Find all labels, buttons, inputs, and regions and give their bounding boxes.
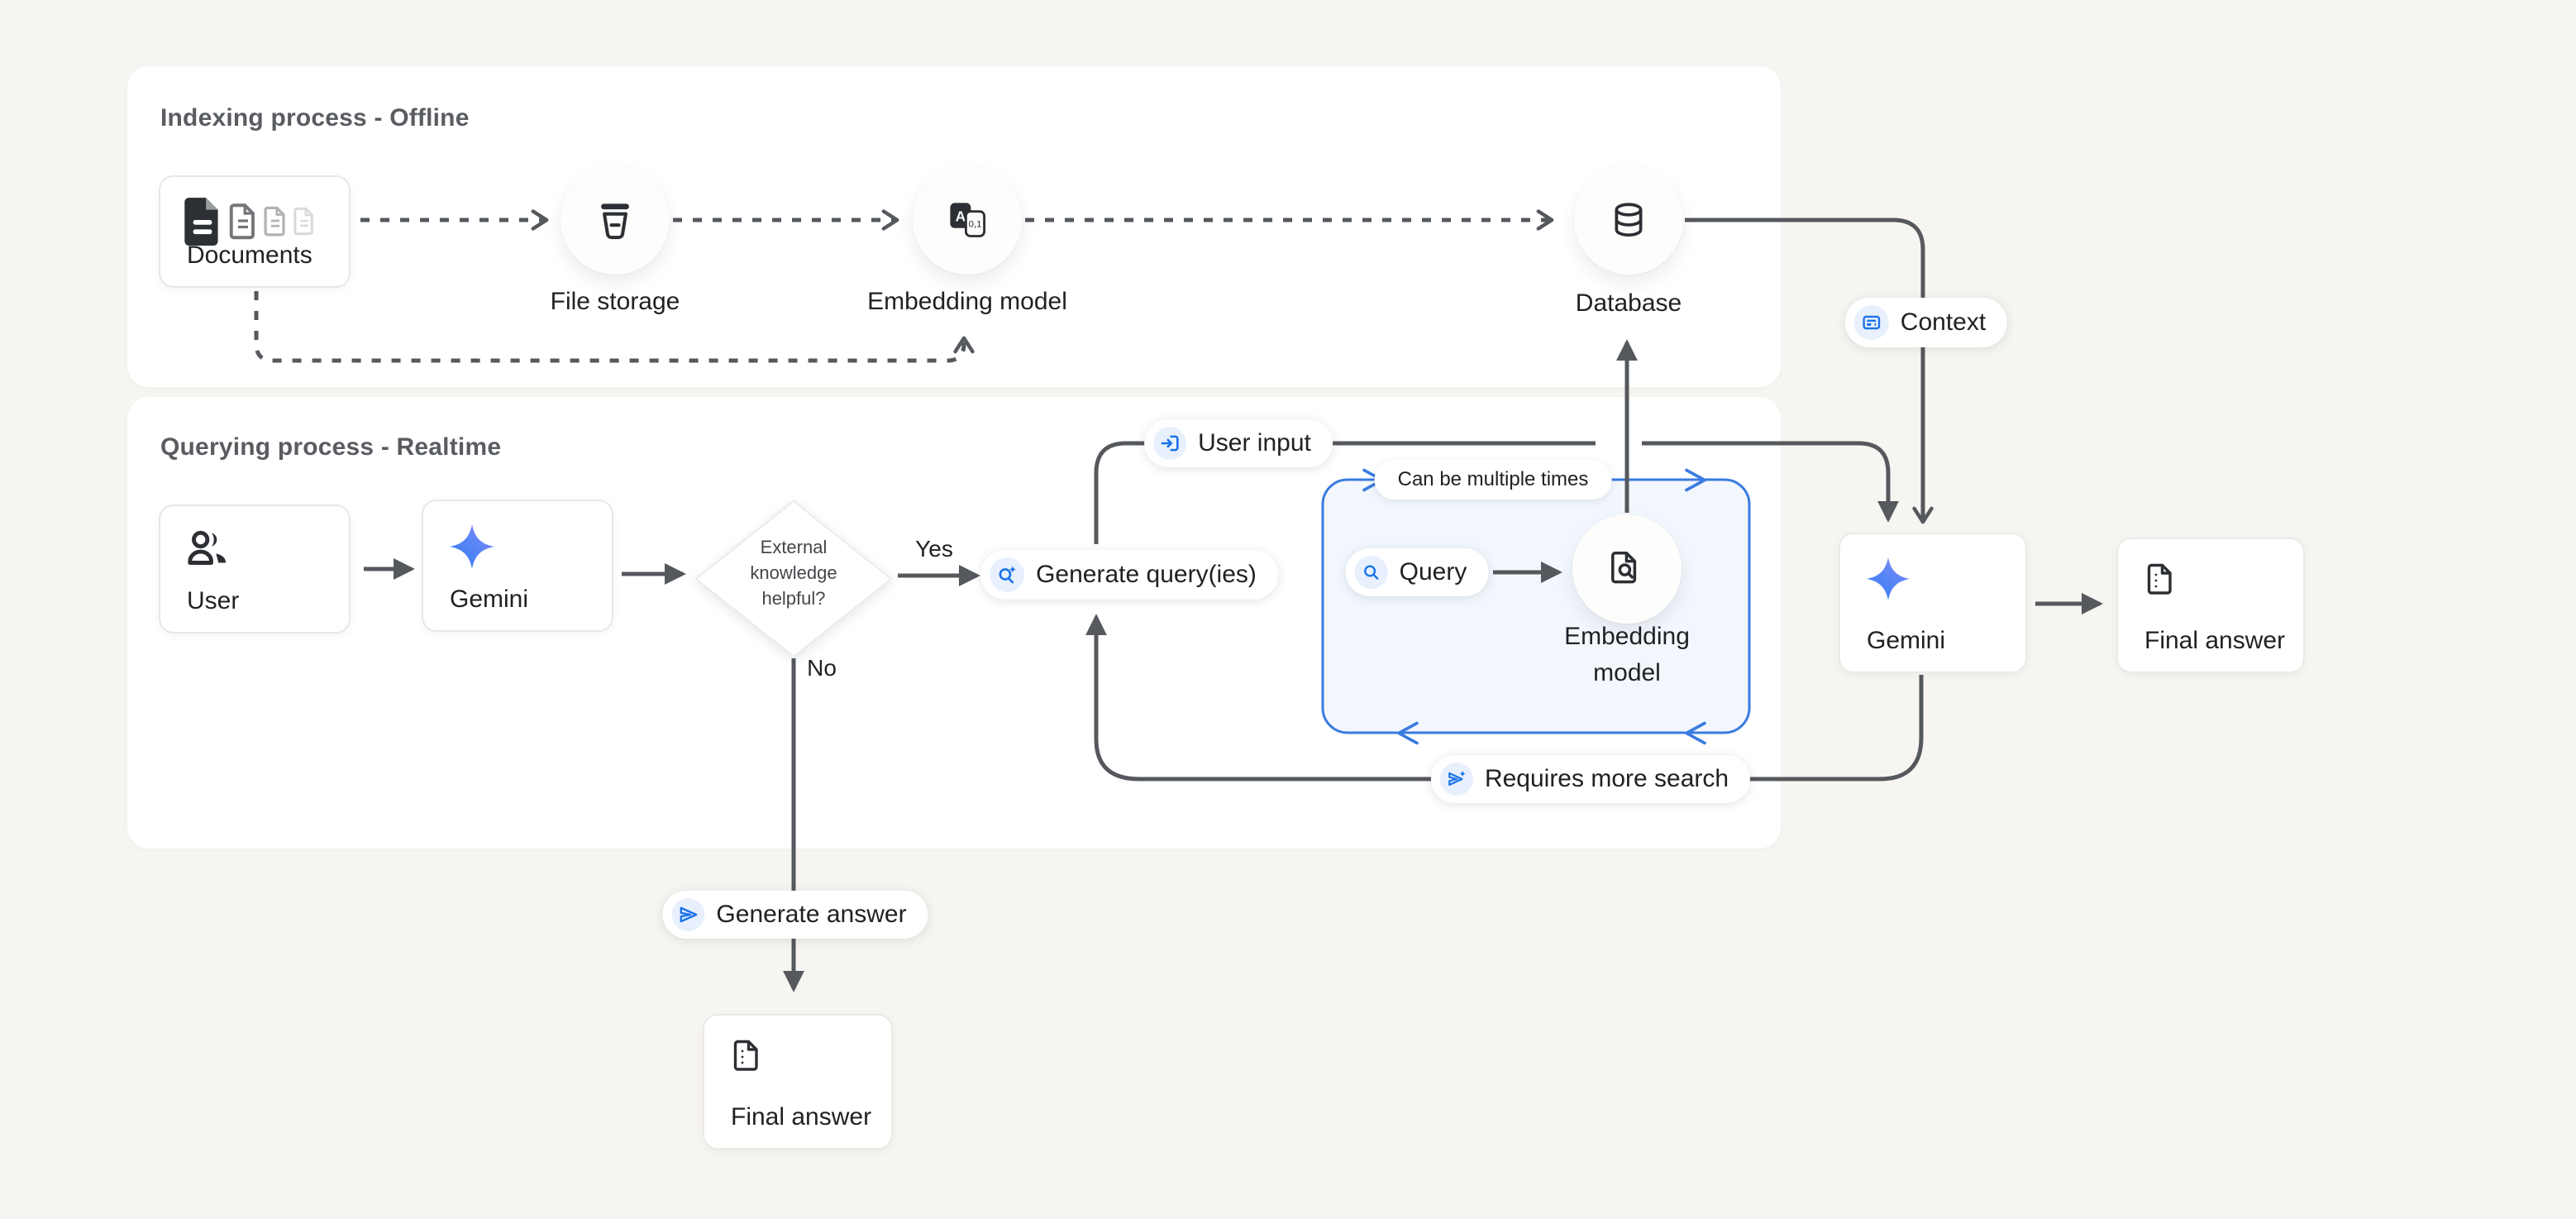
query-icon-chip [1355,556,1388,589]
database-icon [1607,198,1650,241]
doc-embedding-label: Embedding model [1478,619,1776,691]
gemini-right-star-icon [1865,556,1911,606]
requires-more-search-label: Requires more search [1485,765,1729,793]
user-input-badge: User input [1144,419,1333,467]
documents-node: Documents [159,175,351,288]
document-stack-icon [182,195,316,246]
requires-more-search-icon-chip [1440,762,1473,796]
generate-answer-label: Generate answer [716,901,906,929]
embedding-model-label: Embedding model [818,288,1116,316]
final-answer-right-node: Final answer [2116,538,2305,673]
can-be-multiple-times-badge: Can be multiple times [1375,460,1612,500]
doc-embedding-node [1572,514,1682,624]
generate-queries-badge: Generate query(ies) [980,550,1278,600]
context-icon [1861,312,1882,333]
embedding-model-node: A 0,1 [913,165,1022,275]
final-answer-right-label: Final answer [2144,627,2285,655]
final-answer-bottom-label: Final answer [731,1103,871,1131]
search-spark-icon [996,564,1018,586]
gemini-right-node: Gemini [1839,533,2027,673]
generate-answer-icon-chip [671,898,704,931]
database-node [1574,165,1683,275]
final-answer-bottom-node: Final answer [703,1014,893,1150]
final-answer-bottom-doc-icon [729,1037,769,1081]
gemini-node: Gemini [422,500,613,632]
requires-more-search-badge: Requires more search [1431,755,1750,803]
gemini-star-icon [448,523,496,575]
context-badge: Context [1845,298,2007,347]
no-label: No [807,655,837,681]
file-storage-label: File storage [466,288,764,316]
svg-text:0,1: 0,1 [969,220,982,230]
doc-search-icon [1606,548,1648,590]
search-icon [1362,562,1381,582]
final-answer-right-doc-icon [2143,561,2182,605]
translate-embedding-icon: A 0,1 [946,198,989,241]
documents-label: Documents [187,241,312,270]
gemini-label: Gemini [450,586,528,614]
yes-label: Yes [915,536,953,562]
decision-text: External knowledge helpful? [723,534,865,611]
rag-architecture-diagram: Indexing process - Offline Querying proc… [0,0,2576,1219]
generate-queries-label: Generate query(ies) [1036,561,1257,589]
gemini-right-label: Gemini [1867,627,1945,655]
user-input-label: User input [1198,429,1311,457]
context-icon-chip [1854,305,1889,340]
database-label: Database [1480,289,1777,318]
users-icon [185,528,231,573]
send-spark-icon [1446,768,1467,790]
user-input-icon-chip [1153,427,1186,460]
generate-answer-badge: Generate answer [662,891,928,939]
send-icon [677,904,699,925]
generate-queries-icon-chip [990,557,1024,592]
query-label: Query [1400,558,1467,586]
context-badge-label: Context [1901,308,1986,337]
user-node: User [159,504,351,633]
user-label: User [187,587,239,615]
user-input-icon [1159,433,1181,454]
file-storage-node [561,165,670,275]
query-badge: Query [1346,548,1489,596]
storage-bucket-icon [593,198,637,242]
svg-text:A: A [956,208,966,225]
